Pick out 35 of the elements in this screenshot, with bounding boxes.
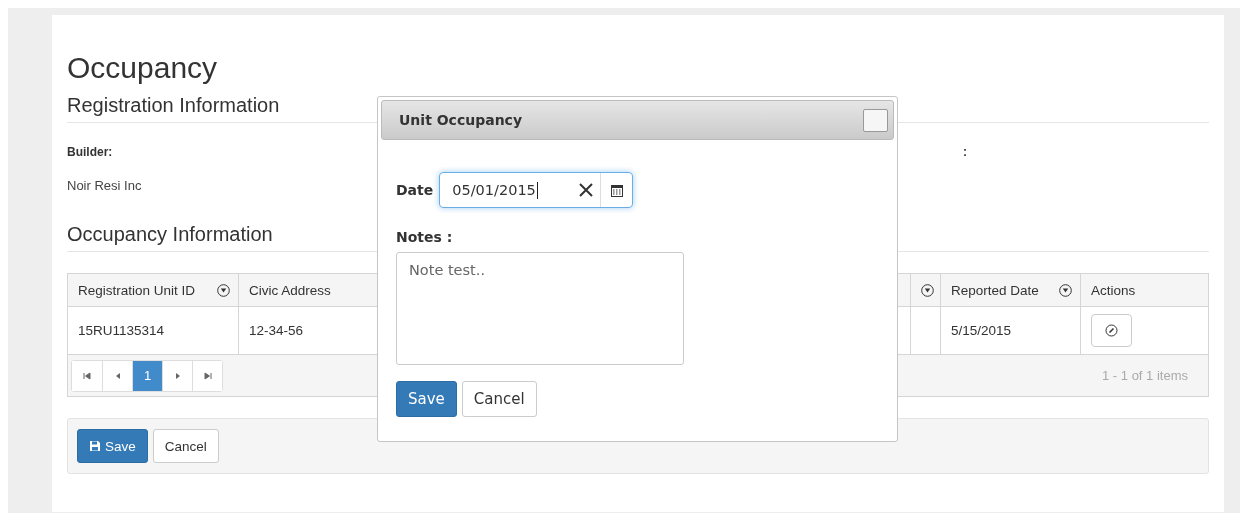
first-page-icon: [83, 371, 91, 380]
column-label: Reported Date: [951, 282, 1039, 298]
date-field[interactable]: 05/01/2015: [439, 172, 634, 208]
date-label: Date: [396, 182, 434, 198]
column-label: Registration Unit ID: [78, 282, 196, 298]
last-page-icon: [203, 371, 212, 380]
filter-icon[interactable]: [921, 283, 934, 297]
last-page-button[interactable]: [192, 360, 222, 391]
form-button[interactable]: Save: [77, 429, 148, 463]
calendar-icon[interactable]: [610, 183, 623, 197]
field-label: :: [963, 145, 967, 159]
table-cell-text: 15RU1135314: [77, 322, 166, 340]
dialog-button[interactable]: Save: [396, 381, 457, 417]
column-header[interactable]: Reported Date: [940, 274, 1080, 306]
pager-summary: 1 - 1 of 1 items: [1102, 368, 1188, 383]
clear-icon[interactable]: [578, 182, 595, 198]
column-header[interactable]: Registration Unit ID: [68, 274, 238, 306]
column-label: Civic Address: [249, 282, 331, 298]
page-title: Occupancy: [67, 50, 219, 86]
filter-icon[interactable]: [1059, 283, 1072, 297]
field-label: Builder:: [67, 145, 113, 159]
close-button[interactable]: [863, 108, 888, 132]
notes-field[interactable]: Note test..: [396, 252, 684, 365]
edit-button[interactable]: [1091, 314, 1132, 347]
filter-icon[interactable]: [217, 283, 230, 297]
page-button[interactable]: 1: [132, 360, 162, 391]
next-icon: [173, 371, 182, 380]
dialog-button[interactable]: Cancel: [461, 381, 537, 417]
notes-label: Notes :: [396, 229, 454, 245]
form-button[interactable]: Cancel: [152, 429, 219, 463]
column-label: Actions: [1091, 282, 1136, 298]
table-cell: 5/15/2015: [940, 307, 1080, 354]
field-value: Noir Resi Inc: [67, 178, 142, 193]
column-header[interactable]: Actions: [1080, 274, 1208, 306]
edit-icon: [1105, 324, 1118, 337]
